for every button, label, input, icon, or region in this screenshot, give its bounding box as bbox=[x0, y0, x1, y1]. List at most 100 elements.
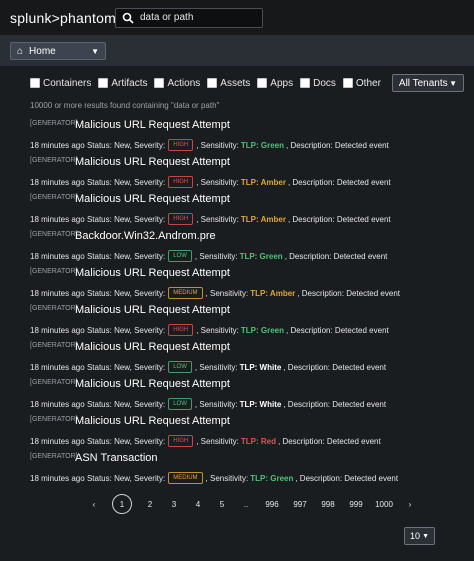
generator-tag: [GENERATOR] bbox=[30, 120, 78, 127]
list-item: [GENERATOR] Malicious URL Request Attempt… bbox=[30, 341, 474, 378]
page-button[interactable]: 2 bbox=[138, 500, 162, 509]
result-title[interactable]: ASN Transaction bbox=[75, 452, 158, 464]
sensitivity-label: , Sensitivity: bbox=[196, 436, 239, 446]
result-time: 18 minutes ago bbox=[30, 362, 85, 372]
sensitivity-label: , Sensitivity: bbox=[194, 362, 238, 372]
results-list: [GENERATOR] Malicious URL Request Attempt… bbox=[0, 119, 474, 489]
home-icon: ⌂ bbox=[17, 45, 24, 57]
tlp-value: TLP: White bbox=[239, 362, 282, 372]
result-description: , Description: Detected event bbox=[278, 436, 381, 446]
result-status: Status: New, Severity: bbox=[86, 473, 166, 483]
result-title[interactable]: Malicious URL Request Attempt bbox=[75, 119, 230, 131]
severity-badge: LOW bbox=[168, 361, 192, 373]
filter-label: Apps bbox=[270, 77, 294, 89]
checkbox[interactable] bbox=[342, 78, 353, 88]
chevron-right-icon[interactable]: › bbox=[398, 500, 422, 509]
result-title[interactable]: Malicious URL Request Attempt bbox=[75, 193, 230, 205]
page-button[interactable]: 3 bbox=[162, 500, 186, 509]
result-description: , Description: Detected event bbox=[297, 288, 400, 298]
filter-label: Containers bbox=[43, 77, 92, 89]
generator-tag: [GENERATOR] bbox=[30, 342, 78, 349]
tenant-dropdown[interactable]: All Tenants ▼ bbox=[391, 74, 464, 92]
filter-actions[interactable]: Actions bbox=[154, 78, 200, 89]
page-button[interactable]: 998 bbox=[314, 500, 342, 509]
search-box[interactable] bbox=[115, 7, 263, 28]
checkbox[interactable] bbox=[207, 78, 218, 88]
page-button[interactable]: 999 bbox=[342, 500, 370, 509]
result-meta: 18 minutes ago Status: New, Severity: LOW… bbox=[30, 249, 474, 263]
result-status: Status: New, Severity: bbox=[86, 251, 166, 261]
list-item: [GENERATOR] Malicious URL Request Attempt… bbox=[30, 156, 474, 193]
tlp-value: TLP: Green bbox=[250, 473, 294, 483]
result-title[interactable]: Backdoor.Win32.Androm.pre bbox=[75, 230, 216, 242]
list-item: [GENERATOR] ASN Transaction 18 minutes ago… bbox=[30, 452, 474, 489]
result-title[interactable]: Malicious URL Request Attempt bbox=[75, 378, 230, 390]
result-title[interactable]: Malicious URL Request Attempt bbox=[75, 415, 230, 427]
home-dropdown[interactable]: ⌂ Home ▼ bbox=[10, 42, 106, 60]
filter-label: Actions bbox=[167, 77, 201, 89]
result-description: , Description: Detected event bbox=[286, 325, 389, 335]
filter-other[interactable]: Other bbox=[342, 78, 381, 89]
search-input[interactable] bbox=[140, 12, 250, 23]
result-time: 18 minutes ago bbox=[30, 177, 85, 187]
results-count: 10000 or more results found containing "… bbox=[30, 101, 220, 110]
result-meta: 18 minutes ago Status: New, Severity: MED… bbox=[30, 471, 474, 485]
result-header: [GENERATOR] Malicious URL Request Attempt bbox=[30, 119, 474, 135]
result-header: [GENERATOR] Malicious URL Request Attempt bbox=[30, 378, 474, 394]
page-button[interactable]: 1000 bbox=[370, 500, 398, 509]
checkbox[interactable] bbox=[30, 78, 40, 88]
page-button[interactable]: 4 bbox=[186, 500, 210, 509]
tlp-value: TLP: Green bbox=[240, 140, 285, 150]
filter-artifacts[interactable]: Artifacts bbox=[98, 78, 147, 89]
filter-containers[interactable]: Containers bbox=[30, 78, 91, 89]
result-title[interactable]: Malicious URL Request Attempt bbox=[75, 304, 230, 316]
chevron-left-icon[interactable]: ‹ bbox=[82, 500, 106, 509]
tenant-label: All Tenants bbox=[398, 77, 448, 89]
severity-badge: HIGH bbox=[168, 324, 194, 336]
checkbox[interactable] bbox=[154, 78, 165, 88]
result-title[interactable]: Malicious URL Request Attempt bbox=[75, 156, 230, 168]
page-button[interactable]: 1 bbox=[112, 494, 132, 514]
list-item: [GENERATOR] Malicious URL Request Attempt… bbox=[30, 193, 474, 230]
result-time: 18 minutes ago bbox=[30, 473, 85, 483]
filter-bar: Containers Artifacts Actions Assets Apps… bbox=[0, 66, 474, 94]
severity-badge: HIGH bbox=[168, 435, 194, 447]
result-header: [GENERATOR] Backdoor.Win32.Androm.pre bbox=[30, 230, 474, 246]
result-header: [GENERATOR] Malicious URL Request Attempt bbox=[30, 193, 474, 209]
list-item: [GENERATOR] Malicious URL Request Attempt… bbox=[30, 267, 474, 304]
result-header: [GENERATOR] Malicious URL Request Attempt bbox=[30, 304, 474, 320]
filter-assets[interactable]: Assets bbox=[207, 78, 250, 89]
result-description: , Description: Detected event bbox=[283, 362, 387, 372]
result-title[interactable]: Malicious URL Request Attempt bbox=[75, 267, 230, 279]
result-status: Status: New, Severity: bbox=[86, 325, 166, 335]
generator-tag: [GENERATOR] bbox=[30, 453, 78, 460]
filter-apps[interactable]: Apps bbox=[257, 78, 293, 89]
per-page-dropdown[interactable]: 10 ▼ bbox=[404, 527, 435, 545]
per-page-value: 10 bbox=[410, 531, 421, 541]
pagination-ellipsis: .. bbox=[243, 499, 249, 509]
result-status: Status: New, Severity: bbox=[86, 177, 166, 187]
tlp-value: TLP: Green bbox=[240, 325, 285, 335]
result-status: Status: New, Severity: bbox=[86, 399, 166, 409]
result-meta: 18 minutes ago Status: New, Severity: HIG… bbox=[30, 434, 474, 448]
list-item: [GENERATOR] Malicious URL Request Attempt… bbox=[30, 378, 474, 415]
checkbox[interactable] bbox=[300, 78, 311, 88]
result-meta: 18 minutes ago Status: New, Severity: MED… bbox=[30, 286, 474, 300]
checkbox[interactable] bbox=[98, 78, 109, 88]
page-button[interactable]: 5 bbox=[210, 500, 234, 509]
generator-tag: [GENERATOR] bbox=[30, 231, 78, 238]
result-description: , Description: Detected event bbox=[283, 399, 387, 409]
result-status: Status: New, Severity: bbox=[86, 214, 166, 224]
result-title[interactable]: Malicious URL Request Attempt bbox=[75, 341, 230, 353]
checkbox[interactable] bbox=[257, 78, 268, 88]
generator-tag: [GENERATOR] bbox=[30, 268, 78, 275]
sensitivity-label: , Sensitivity: bbox=[196, 177, 239, 187]
severity-badge: MEDIUM bbox=[168, 287, 203, 299]
list-item: [GENERATOR] Malicious URL Request Attempt… bbox=[30, 304, 474, 341]
result-time: 18 minutes ago bbox=[30, 251, 85, 261]
result-meta: 18 minutes ago Status: New, Severity: HIG… bbox=[30, 212, 474, 226]
page-button[interactable]: 996 bbox=[258, 500, 286, 509]
filter-docs[interactable]: Docs bbox=[300, 78, 336, 89]
page-button[interactable]: 997 bbox=[286, 500, 314, 509]
app-logo[interactable]: splunk>phantom bbox=[10, 10, 116, 26]
